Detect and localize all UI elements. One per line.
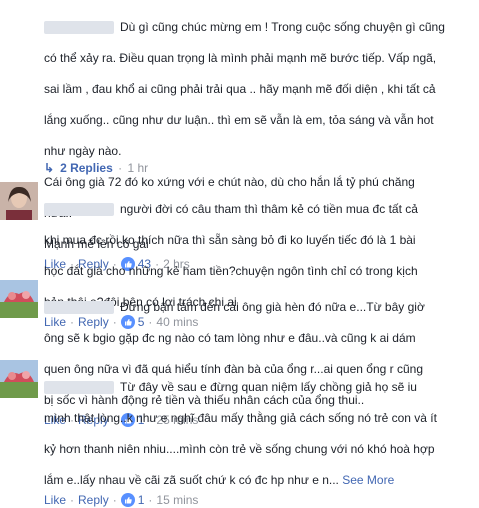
like-thumb-icon (120, 493, 135, 507)
like-count[interactable]: 1 (138, 492, 145, 508)
avatar[interactable] (0, 182, 38, 220)
comment-body: Từ đây về sau e đừng quan niệm lấy chồng… (44, 364, 475, 508)
separator-dot: · (148, 493, 153, 507)
avatar[interactable] (0, 360, 38, 398)
commenter-name[interactable] (44, 300, 114, 314)
replies-count[interactable]: 2 Replies (60, 161, 113, 175)
commenter-name[interactable] (44, 20, 114, 34)
reply-arrow-icon: ↳ (44, 161, 55, 175)
see-more-link[interactable]: See More (342, 473, 394, 487)
like-link[interactable]: Like (44, 492, 66, 508)
avatar[interactable] (0, 280, 38, 318)
replies-time: 1 hr (127, 161, 149, 175)
separator-dot: · (70, 493, 75, 507)
separator-dot: · (114, 161, 126, 175)
commenter-name[interactable] (44, 380, 114, 394)
comment-meta: Like · Reply · 1 · 15 mins (44, 492, 475, 508)
comment-text: Từ đây về sau e đừng quan niệm lấy chồng… (44, 379, 437, 487)
reply-link[interactable]: Reply (78, 492, 109, 508)
view-replies-link[interactable]: ↳ 2 Replies · 1 hr (44, 160, 148, 176)
commenter-name[interactable] (44, 202, 114, 216)
comment-time[interactable]: 15 mins (156, 492, 198, 508)
separator-dot: · (112, 493, 117, 507)
